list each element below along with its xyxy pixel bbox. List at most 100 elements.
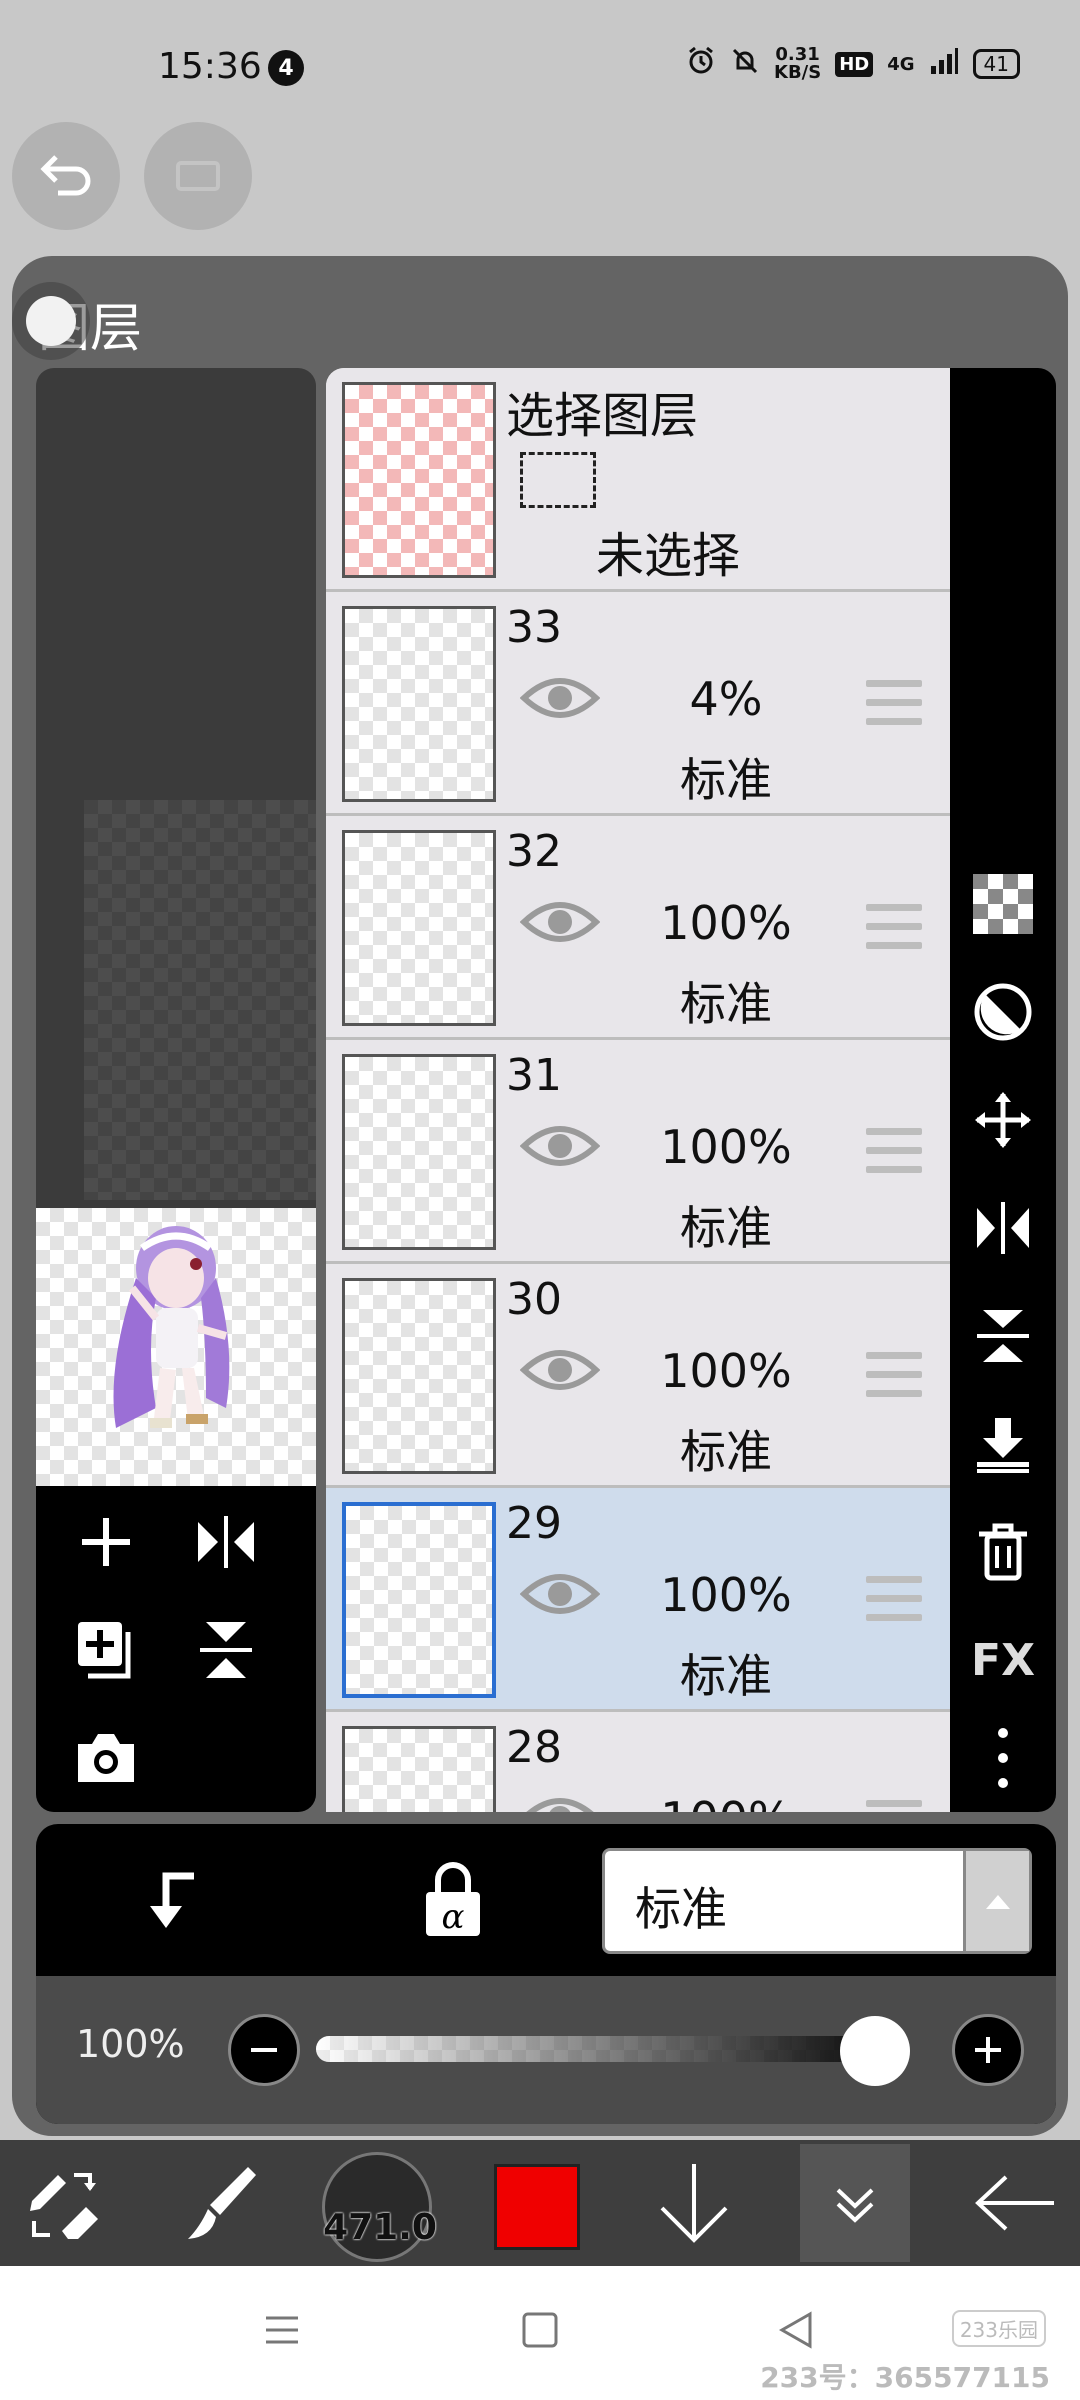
layer-visibility-toggle[interactable] bbox=[519, 1344, 601, 1400]
layer-visibility-toggle[interactable] bbox=[519, 672, 601, 728]
character-thumbnail bbox=[113, 1226, 230, 1428]
layer-blend-mode: 标准 bbox=[680, 1201, 772, 1255]
collapse-panel-button[interactable] bbox=[800, 2144, 910, 2262]
layer-thumbnail bbox=[342, 1726, 496, 1812]
move-layer-button[interactable] bbox=[973, 1090, 1033, 1150]
duplicate-layer-button[interactable] bbox=[66, 1610, 146, 1690]
layer-blend-mode: 标准 bbox=[680, 1425, 772, 1479]
layer-thumbnail bbox=[342, 1278, 496, 1474]
system-back-button[interactable] bbox=[776, 2310, 816, 2354]
drag-handle-icon[interactable] bbox=[866, 1128, 922, 1185]
selection-layer-title: 选择图层 bbox=[506, 388, 699, 444]
flip-layer-vertical-button[interactable] bbox=[973, 1306, 1033, 1366]
eye-icon bbox=[519, 1126, 601, 1166]
clipping-button[interactable] bbox=[973, 982, 1033, 1042]
opacity-increase-button[interactable] bbox=[952, 2014, 1024, 2086]
layer-row[interactable]: 29 100% 标准 bbox=[326, 1488, 950, 1712]
fx-button[interactable]: FX bbox=[971, 1630, 1035, 1690]
layer-list: 选择图层 未选择 33 4% 标准 32 100% 标准 31 100% 标准 30 100% 标准 2… bbox=[326, 368, 950, 1812]
redo-button[interactable] bbox=[144, 122, 252, 230]
status-time: 15:36 bbox=[158, 46, 262, 87]
plus-icon bbox=[975, 2037, 1001, 2063]
layer-blend-mode: 标准 bbox=[680, 1649, 772, 1703]
panel-toggle-button[interactable] bbox=[26, 296, 76, 346]
flip-horizontal-icon bbox=[198, 1516, 254, 1568]
layer-row[interactable]: 32 100% 标准 bbox=[326, 816, 950, 1040]
layer-down-button[interactable] bbox=[644, 2140, 744, 2266]
back-triangle-icon bbox=[778, 2311, 812, 2349]
home-button[interactable] bbox=[520, 2310, 560, 2354]
status-bar: 15:36 4 0.31 KB/S HD 4G 41 bbox=[0, 0, 1080, 120]
drag-handle-icon[interactable] bbox=[866, 1352, 922, 1409]
right-tools: FX bbox=[950, 368, 1056, 1812]
left-tools bbox=[36, 1486, 316, 1812]
brush-tool-button[interactable] bbox=[170, 2140, 270, 2266]
network-speed: 0.31 KB/S bbox=[774, 46, 821, 82]
layer-row[interactable]: 30 100% 标准 bbox=[326, 1264, 950, 1488]
opacity-decrease-button[interactable] bbox=[228, 2014, 300, 2086]
eye-icon bbox=[519, 902, 601, 942]
selection-layer-row[interactable]: 选择图层 未选择 bbox=[326, 368, 950, 592]
layer-opacity: 100% bbox=[660, 1344, 792, 1398]
move-arrows-icon bbox=[975, 1092, 1031, 1148]
tool-switch-button[interactable] bbox=[14, 2140, 114, 2266]
back-button[interactable] bbox=[960, 2140, 1070, 2266]
canvas-overview[interactable] bbox=[84, 800, 316, 1200]
layer-number: 33 bbox=[506, 602, 562, 653]
watermark-logo: 233乐园 bbox=[951, 2310, 1046, 2347]
opacity-slider[interactable] bbox=[316, 2036, 906, 2062]
layer-visibility-toggle[interactable] bbox=[519, 1120, 601, 1176]
eye-icon bbox=[526, 1798, 594, 1812]
layer-opacity: 4% bbox=[689, 672, 763, 726]
minus-icon bbox=[251, 2048, 277, 2052]
eye-icon bbox=[519, 678, 601, 718]
delete-layer-button[interactable] bbox=[973, 1522, 1033, 1582]
transparency-lock-button[interactable] bbox=[973, 874, 1033, 934]
layer-row[interactable]: 31 100% 标准 bbox=[326, 1040, 950, 1264]
layer-row[interactable]: 28100%标准 bbox=[326, 1712, 950, 1812]
system-navigation-bar: 233乐园 233号：365577115 bbox=[0, 2266, 1080, 2400]
opacity-label: 100% bbox=[76, 2022, 185, 2066]
layer-blend-mode: 标准 bbox=[680, 977, 772, 1031]
flip-vertical-button[interactable] bbox=[186, 1610, 266, 1690]
clip-arrow-icon bbox=[150, 1872, 194, 1928]
layer-blend-mode: 标准 bbox=[680, 753, 772, 807]
canvas-preview[interactable] bbox=[36, 1208, 316, 1486]
color-picker-button[interactable] bbox=[494, 2164, 580, 2250]
recent-apps-button[interactable] bbox=[262, 2310, 302, 2354]
more-options-button[interactable] bbox=[973, 1728, 1033, 1788]
layer-visibility-toggle[interactable] bbox=[519, 896, 601, 952]
drag-handle-icon[interactable] bbox=[866, 1800, 922, 1812]
camera-import-button[interactable] bbox=[66, 1718, 146, 1798]
alpha-lock-button[interactable]: α bbox=[418, 1862, 488, 1942]
blend-mode-select[interactable]: 标准 bbox=[602, 1848, 1032, 1954]
canvas-preview-column bbox=[36, 368, 316, 1812]
arrow-left-icon bbox=[975, 2175, 1054, 2231]
checkerboard-icon bbox=[973, 874, 1033, 934]
clip-to-below-button[interactable] bbox=[136, 1866, 206, 1940]
half-circle-icon bbox=[974, 983, 1032, 1041]
layer-number: 32 bbox=[506, 826, 562, 877]
layer-visibility-toggle[interactable] bbox=[520, 1792, 600, 1812]
layer-thumbnail bbox=[342, 1054, 496, 1250]
merge-down-button[interactable] bbox=[973, 1414, 1033, 1474]
layer-visibility-toggle[interactable] bbox=[519, 1568, 601, 1624]
chevron-up-icon bbox=[963, 1851, 1029, 1951]
layer-row[interactable]: 33 4% 标准 bbox=[326, 592, 950, 816]
flip-layer-horizontal-button[interactable] bbox=[973, 1198, 1033, 1258]
opacity-slider-knob[interactable] bbox=[840, 2016, 910, 2086]
add-layer-button[interactable] bbox=[66, 1502, 146, 1582]
plus-icon bbox=[82, 1518, 130, 1566]
drag-handle-icon[interactable] bbox=[866, 1576, 922, 1633]
undo-button[interactable] bbox=[12, 122, 120, 230]
selection-layer-thumbnail bbox=[342, 382, 496, 578]
selection-marquee-icon bbox=[520, 452, 596, 508]
flip-horizontal-button[interactable] bbox=[186, 1502, 266, 1582]
drag-handle-icon[interactable] bbox=[866, 680, 922, 737]
drag-handle-icon[interactable] bbox=[866, 904, 922, 961]
brush-size-button[interactable]: 471.0 bbox=[322, 2152, 437, 2262]
trash-icon bbox=[979, 1523, 1027, 1581]
hd-badge: HD bbox=[835, 51, 874, 77]
alpha-lock-icon: α bbox=[426, 1862, 480, 1937]
watermark-text: 233号：365577115 bbox=[760, 2361, 1050, 2394]
